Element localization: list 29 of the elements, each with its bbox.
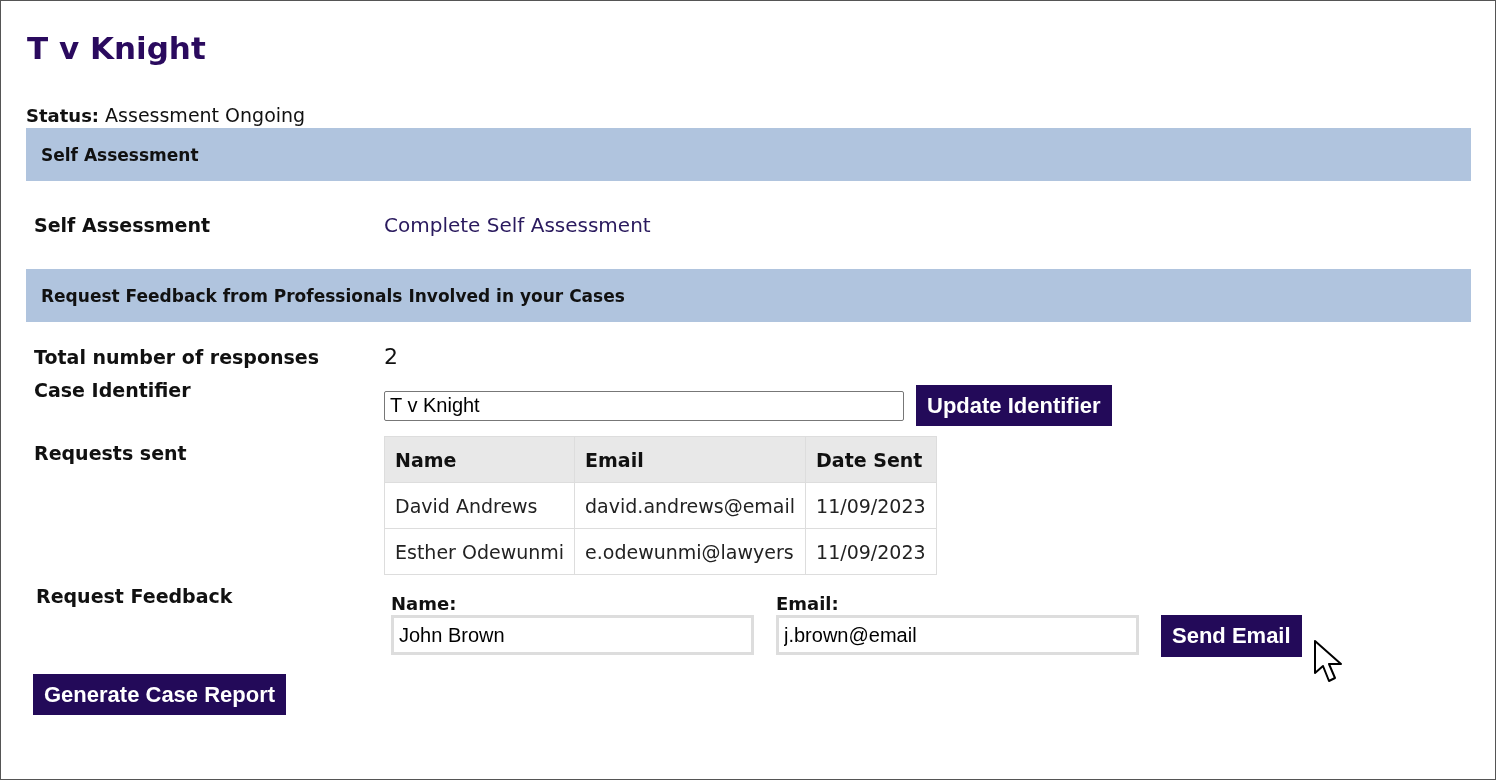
table-cell: 11/09/2023 bbox=[805, 482, 937, 529]
name-field[interactable]: John Brown bbox=[391, 615, 754, 655]
self-assessment-link[interactable]: Complete Self Assessment bbox=[384, 213, 651, 237]
status-line: Status: Assessment Ongoing bbox=[26, 103, 306, 128]
table-cell: Esther Odewunmi bbox=[384, 528, 575, 575]
send-email-button[interactable]: Send Email bbox=[1161, 615, 1302, 657]
section-header: Self Assessment bbox=[26, 128, 1471, 181]
column-header: Email bbox=[574, 436, 806, 483]
update-identifier-button[interactable]: Update Identifier bbox=[916, 385, 1112, 426]
table-cell: david.andrews@email bbox=[574, 482, 806, 529]
row-label: Self Assessment bbox=[34, 214, 212, 236]
column-header: Date Sent bbox=[805, 436, 937, 483]
row-label: Requests sent bbox=[34, 441, 188, 466]
generate-report-button[interactable]: Generate Case Report bbox=[33, 674, 287, 715]
field-label: Name: bbox=[391, 593, 457, 615]
row-label: Total number of responses bbox=[34, 345, 321, 368]
response-count: 2 bbox=[384, 344, 398, 369]
page-title: T v Knight bbox=[27, 29, 207, 68]
table-cell: 11/09/2023 bbox=[805, 528, 937, 575]
section-header: Request Feedback from Professionals Involved in your Cases bbox=[26, 269, 1471, 322]
column-header: Name bbox=[384, 436, 575, 483]
table-cell: David Andrews bbox=[384, 482, 575, 529]
email-field[interactable]: j.brown@email bbox=[776, 615, 1139, 655]
field-label: Email: bbox=[776, 593, 839, 615]
row-label: Request Feedback bbox=[36, 585, 234, 609]
row-label: Case Identifier bbox=[34, 379, 192, 403]
identifier-field[interactable]: T v Knight bbox=[384, 390, 904, 421]
cursor-icon bbox=[1313, 639, 1345, 685]
table-cell: e.odewunmi@lawyers bbox=[574, 528, 806, 575]
